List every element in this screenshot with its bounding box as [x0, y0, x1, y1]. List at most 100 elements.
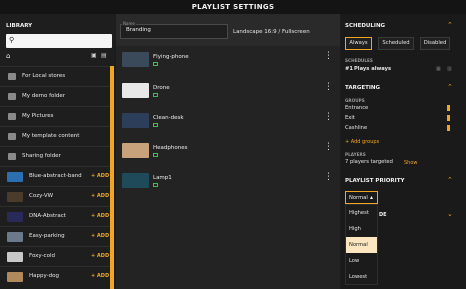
remove-group-icon[interactable] [447, 125, 450, 131]
priority-option-low[interactable]: Low [346, 253, 377, 269]
scrollbar-thumb[interactable] [110, 66, 114, 289]
library-title: LIBRARY [6, 23, 33, 29]
library-search-input[interactable]: ⚲ [6, 34, 112, 48]
item-thumbnail [122, 52, 149, 67]
media-item[interactable]: Easy-parking + ADD [0, 226, 110, 246]
playlist-item[interactable]: Drone ⋮ [116, 78, 340, 104]
playlist-header: Branding Name Landscape 16:9 / Fullscree… [116, 14, 340, 46]
folder-item[interactable]: For Local stores [0, 66, 110, 86]
chevron-up-icon[interactable]: ⌃ [447, 176, 453, 184]
scheduled-button[interactable]: Scheduled [378, 37, 414, 50]
always-button[interactable]: Always [345, 37, 372, 50]
folder-icon [8, 133, 16, 140]
layout-label[interactable]: Landscape 16:9 / Fullscreen [233, 29, 310, 35]
chevron-up-icon[interactable]: ⌃ [447, 83, 453, 91]
players-targeted: 7 players targeted [345, 159, 393, 165]
library-scrollbar[interactable] [110, 66, 114, 289]
library-panel: LIBRARY ⚲ ⌂ ▣ ▤ For Local stores My demo… [0, 14, 114, 289]
add-groups-link[interactable]: + Add groups [345, 139, 379, 145]
schedule-number: #1 [345, 66, 353, 72]
folder-icon [8, 153, 16, 160]
chevron-up-icon[interactable]: ⌃ [447, 21, 453, 29]
media-thumbnail [7, 232, 23, 242]
priority-select[interactable]: Normal ▴ [345, 191, 378, 204]
priority-option-highest[interactable]: Highest [346, 205, 377, 221]
scheduling-title: SCHEDULING [345, 23, 386, 29]
players-label: PLAYERS [345, 152, 366, 157]
groups-label: GROUPS [345, 98, 365, 103]
priority-option-normal[interactable]: Normal [346, 237, 377, 253]
checkbox-icon[interactable] [153, 93, 158, 97]
library-toolbar: ⌂ ▣ ▤ [6, 52, 112, 62]
playlist-item[interactable]: Clean-desk ⋮ [116, 108, 340, 134]
checkbox-icon[interactable] [153, 123, 158, 127]
media-item[interactable]: Blue-abstract-band + ADD [0, 166, 110, 186]
folder-item[interactable]: Sharing folder [0, 146, 110, 166]
media-item[interactable]: DNA-Abstract + ADD [0, 206, 110, 226]
name-field[interactable]: Branding [120, 24, 228, 39]
group-item: Exit [345, 115, 355, 121]
page-title: PLAYLIST SETTINGS [191, 3, 275, 11]
folder-label: For Local stores [22, 73, 66, 79]
top-bar: PLAYLIST SETTINGS [0, 0, 466, 14]
add-button[interactable]: + ADD [91, 173, 109, 179]
more-menu-icon[interactable]: ⋮ [324, 83, 333, 92]
media-label: DNA-Abstract [29, 213, 66, 219]
add-button[interactable]: + ADD [91, 213, 109, 219]
group-item: Entrance [345, 105, 369, 111]
media-thumbnail [7, 252, 23, 262]
more-menu-icon[interactable]: ⋮ [324, 52, 333, 61]
playlist-item[interactable]: Headphones ⋮ [116, 138, 340, 164]
media-label: Easy-parking [29, 233, 65, 239]
more-menu-icon[interactable]: ⋮ [324, 143, 333, 152]
add-button[interactable]: + ADD [91, 233, 109, 239]
priority-option-high[interactable]: High [346, 221, 377, 237]
folder-icon [8, 93, 16, 100]
checkbox-icon[interactable] [153, 183, 158, 187]
show-players-link[interactable]: Show [404, 160, 418, 166]
item-thumbnail [122, 83, 149, 98]
media-label: Cozy-VW [29, 193, 54, 199]
name-value: Branding [126, 27, 151, 33]
remove-group-icon[interactable] [447, 105, 450, 111]
priority-dropdown: Highest High Normal Low Lowest [345, 204, 378, 285]
add-button[interactable]: + ADD [91, 273, 109, 279]
item-thumbnail [122, 143, 149, 158]
new-folder-icon[interactable]: ▣ [91, 52, 97, 59]
more-menu-icon[interactable]: ⋮ [324, 113, 333, 122]
caret-up-icon: ▴ [370, 194, 374, 201]
delete-icon[interactable]: ▥ [447, 66, 452, 72]
media-thumbnail [7, 212, 23, 222]
checkbox-icon[interactable] [153, 153, 158, 157]
item-name: Lamp1 [153, 175, 172, 181]
media-item[interactable]: Foxy-cold + ADD [0, 246, 110, 266]
priority-option-lowest[interactable]: Lowest [346, 269, 377, 285]
item-name: Flying-phone [153, 54, 189, 60]
folder-item[interactable]: My demo folder [0, 86, 110, 106]
schedule-text[interactable]: Plays always [354, 66, 391, 72]
item-thumbnail [122, 113, 149, 128]
checkbox-icon[interactable] [153, 62, 158, 66]
folder-item[interactable]: My template content [0, 126, 110, 146]
home-icon[interactable]: ⌂ [6, 52, 10, 60]
edit-icon[interactable]: ▦ [436, 66, 441, 72]
media-thumbnail [7, 172, 23, 182]
media-item[interactable]: Happy-dog + ADD [0, 266, 110, 286]
media-item[interactable]: Cozy-VW + ADD [0, 186, 110, 206]
more-menu-icon[interactable]: ⋮ [324, 173, 333, 182]
folder-item[interactable]: My Pictures [0, 106, 110, 126]
item-name: Clean-desk [153, 115, 184, 121]
folder-label: My demo folder [22, 93, 66, 99]
disabled-button[interactable]: Disabled [420, 37, 450, 50]
playlist-item[interactable]: Flying-phone ⋮ [116, 47, 340, 73]
section-title-partial: DE [379, 212, 387, 218]
add-button[interactable]: + ADD [91, 253, 109, 259]
remove-group-icon[interactable] [447, 115, 450, 121]
folder-label: My template content [22, 133, 80, 139]
playlist-item[interactable]: Lamp1 ⋮ [116, 168, 340, 194]
item-name: Headphones [153, 145, 188, 151]
chevron-down-icon[interactable]: ⌄ [447, 210, 453, 218]
upload-icon[interactable]: ▤ [101, 52, 107, 59]
item-thumbnail [122, 173, 149, 188]
add-button[interactable]: + ADD [91, 193, 109, 199]
